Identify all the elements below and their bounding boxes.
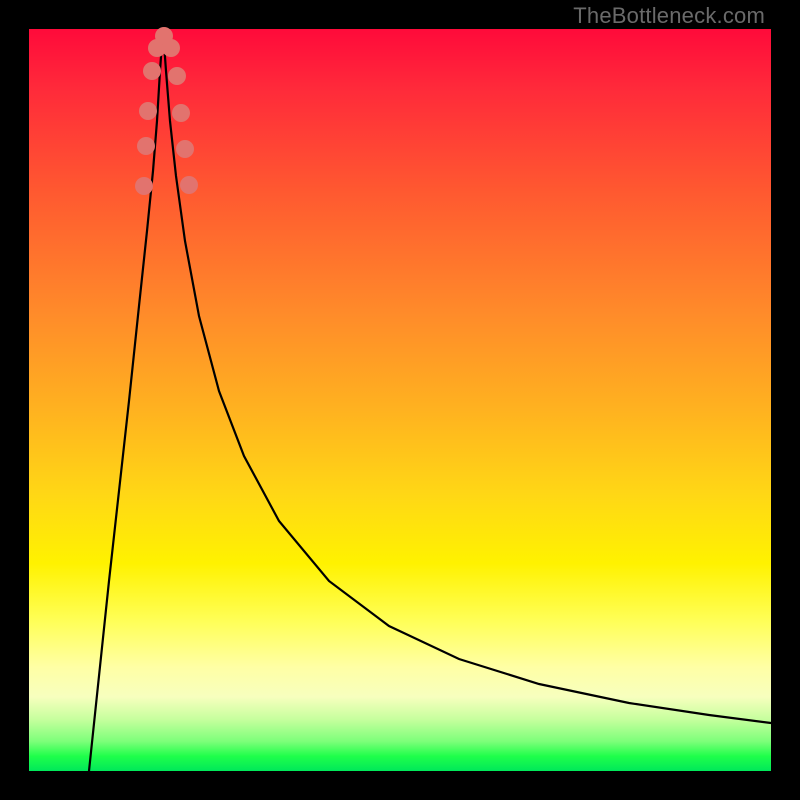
cluster-point: [168, 67, 186, 85]
watermark-label: TheBottleneck.com: [573, 3, 765, 29]
cluster-point: [135, 177, 153, 195]
cluster-point: [176, 140, 194, 158]
cluster-point: [143, 62, 161, 80]
bottleneck-curve-right: [163, 29, 771, 723]
chart-svg: [29, 29, 771, 771]
cluster-point: [137, 137, 155, 155]
cluster-point: [162, 39, 180, 57]
cluster-point: [139, 102, 157, 120]
cluster-point: [180, 176, 198, 194]
cluster-point: [172, 104, 190, 122]
plot-frame: [29, 29, 771, 771]
cluster-points: [135, 27, 198, 195]
